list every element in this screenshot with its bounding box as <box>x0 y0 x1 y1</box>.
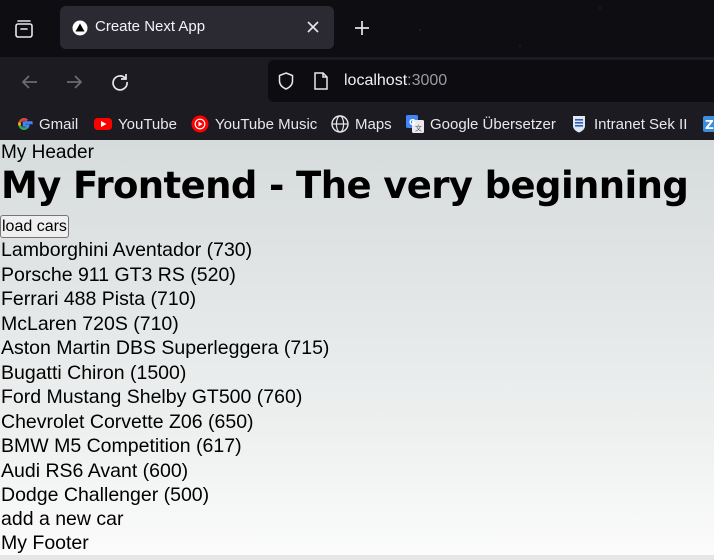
page-icon[interactable] <box>312 71 330 91</box>
reload-icon <box>112 74 128 91</box>
bookmark-intranet[interactable]: Intranet Sek II <box>569 113 687 135</box>
google-translate-icon: G 文 <box>405 114 425 134</box>
bookmark-label: Intranet Sek II <box>594 115 688 133</box>
google-icon <box>14 114 34 134</box>
bottom-strip <box>0 555 714 560</box>
bookmark-label: Google Übersetzer <box>430 115 556 133</box>
shield-icon[interactable] <box>276 71 296 91</box>
car-item: McLaren 720S (710) <box>1 312 179 335</box>
close-icon <box>307 21 319 33</box>
bookmark-label: Maps <box>355 115 392 133</box>
bookmark-label: Gmail <box>39 115 79 133</box>
nextjs-favicon-icon <box>72 20 88 36</box>
youtube-icon <box>93 114 113 134</box>
car-list: Lamborghini Aventador (730) Porsche 911 … <box>1 238 329 508</box>
car-item: Chevrolet Corvette Z06 (650) <box>1 410 254 433</box>
new-tab-button[interactable] <box>348 14 376 42</box>
bookmark-google-translate[interactable]: G 文 Google Übersetzer <box>405 113 556 135</box>
url-text[interactable]: localhost:3000 <box>344 72 447 90</box>
car-item: Audi RS6 Avant (600) <box>1 459 189 482</box>
tab-overview-icon <box>15 20 33 38</box>
car-item: Bugatti Chiron (1500) <box>1 361 187 384</box>
car-item: Aston Martin DBS Superleggera (715) <box>1 337 330 359</box>
forward-button[interactable] <box>58 66 90 98</box>
url-bar[interactable]: localhost:3000 <box>268 60 714 102</box>
car-item: Ferrari 488 Pista (710) <box>1 288 197 310</box>
arrow-left-icon <box>21 75 37 89</box>
reload-button[interactable] <box>104 66 136 98</box>
url-port: :3000 <box>407 72 448 89</box>
page-title: My Frontend - The very beginning <box>1 164 689 207</box>
globe-icon <box>330 114 350 134</box>
tab-overview-button[interactable] <box>8 13 40 45</box>
url-host: localhost <box>344 72 408 89</box>
page-footer: My Footer <box>1 532 89 554</box>
car-item: Porsche 911 GT3 RS (520) <box>1 263 236 286</box>
plus-icon <box>355 21 369 35</box>
page-header: My Header <box>1 142 94 163</box>
active-tab[interactable]: Create Next App <box>60 6 334 49</box>
bookmark-gmail[interactable]: Gmail <box>14 113 78 135</box>
car-item: Dodge Challenger (500) <box>1 484 210 506</box>
bookmark-overflow[interactable]: Z <box>700 113 714 135</box>
bookmark-youtube-music[interactable]: YouTube Music <box>190 113 317 135</box>
arrow-right-icon <box>67 75 83 89</box>
svg-text:文: 文 <box>415 124 422 133</box>
load-cars-button[interactable]: load cars <box>0 215 69 238</box>
tab-title: Create Next App <box>95 18 206 35</box>
bookmark-maps[interactable]: Maps <box>330 113 392 135</box>
navigation-toolbar: localhost:3000 <box>0 57 714 107</box>
bookmark-youtube[interactable]: YouTube <box>93 113 177 135</box>
bookmarks-bar: Gmail YouTube YouTube Music Maps G 文 Goo… <box>0 107 714 140</box>
back-button[interactable] <box>14 66 46 98</box>
bookmark-label: YouTube Music <box>215 115 318 133</box>
car-item: BMW M5 Competition (617) <box>1 435 242 457</box>
bookmark-label: YouTube <box>118 115 177 133</box>
tab-strip: Create Next App <box>0 0 714 57</box>
intranet-icon <box>569 114 589 134</box>
bookmark-partial-icon: Z <box>700 114 714 134</box>
car-item: Lamborghini Aventador (730) <box>1 239 253 261</box>
tab-close-button[interactable] <box>304 18 322 36</box>
add-car-text: add a new car <box>1 508 124 530</box>
car-item: Ford Mustang Shelby GT500 (760) <box>1 386 303 408</box>
svg-text:Z: Z <box>705 118 714 132</box>
youtube-music-icon <box>190 114 210 134</box>
page-viewport: My Header My Frontend - The very beginni… <box>0 140 714 555</box>
